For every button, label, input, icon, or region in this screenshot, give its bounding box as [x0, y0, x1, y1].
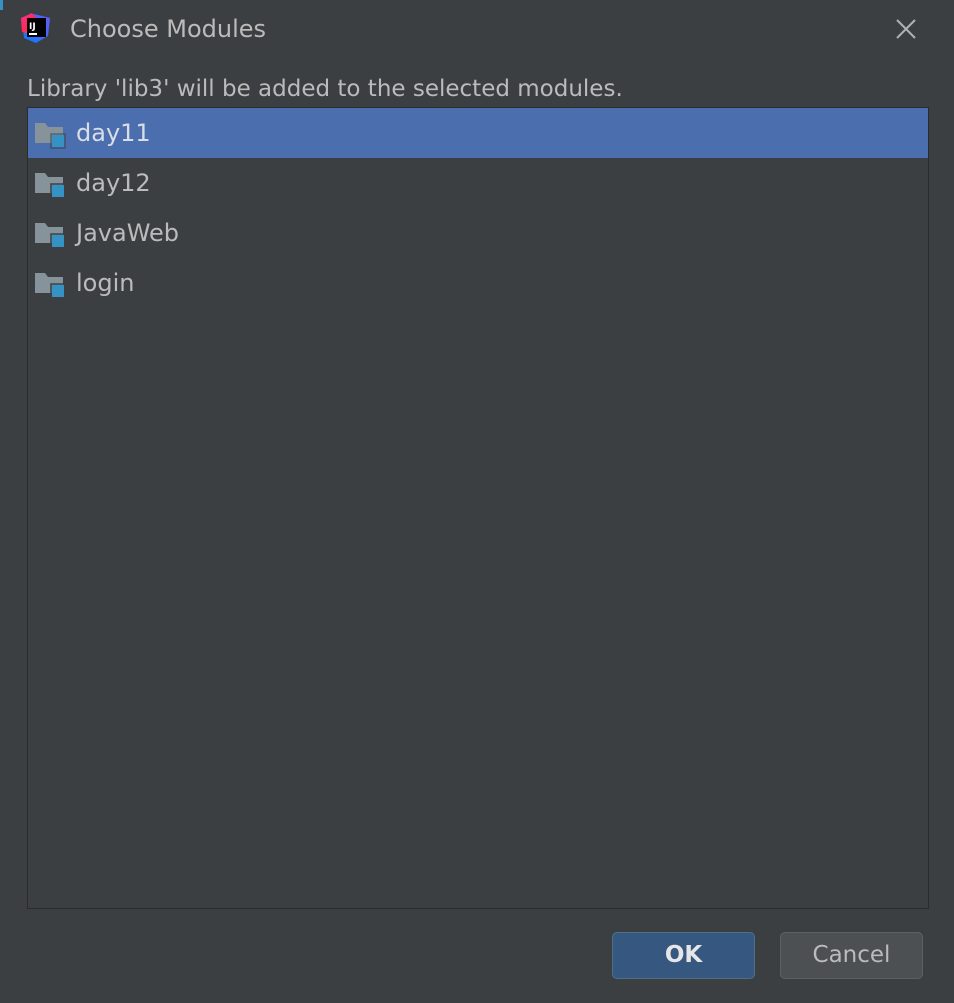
module-list[interactable]: day11 day12 JavaWeb login: [27, 107, 929, 909]
module-folder-icon: [35, 273, 66, 299]
choose-modules-dialog: IJ Choose Modules Library 'lib3' will be…: [0, 0, 954, 1003]
cancel-button[interactable]: Cancel: [780, 932, 923, 979]
ok-button[interactable]: OK: [612, 932, 755, 979]
list-item-label: day11: [76, 119, 151, 147]
dialog-message: Library 'lib3' will be added to the sele…: [27, 76, 623, 102]
module-folder-icon: [35, 123, 66, 149]
module-folder-icon: [35, 173, 66, 199]
list-item-javaweb[interactable]: JavaWeb: [28, 208, 928, 258]
title-bar[interactable]: IJ Choose Modules: [0, 0, 954, 58]
list-item-label: login: [76, 269, 135, 297]
list-item-label: day12: [76, 169, 151, 197]
intellij-idea-icon: IJ: [21, 13, 50, 43]
list-item-day11[interactable]: day11: [28, 108, 928, 158]
module-folder-icon: [35, 223, 66, 249]
close-icon[interactable]: [890, 13, 922, 45]
dialog-title: Choose Modules: [70, 15, 267, 43]
list-item-day12[interactable]: day12: [28, 158, 928, 208]
list-item-label: JavaWeb: [76, 219, 180, 247]
list-item-login[interactable]: login: [28, 258, 928, 308]
svg-text:IJ: IJ: [29, 22, 36, 32]
